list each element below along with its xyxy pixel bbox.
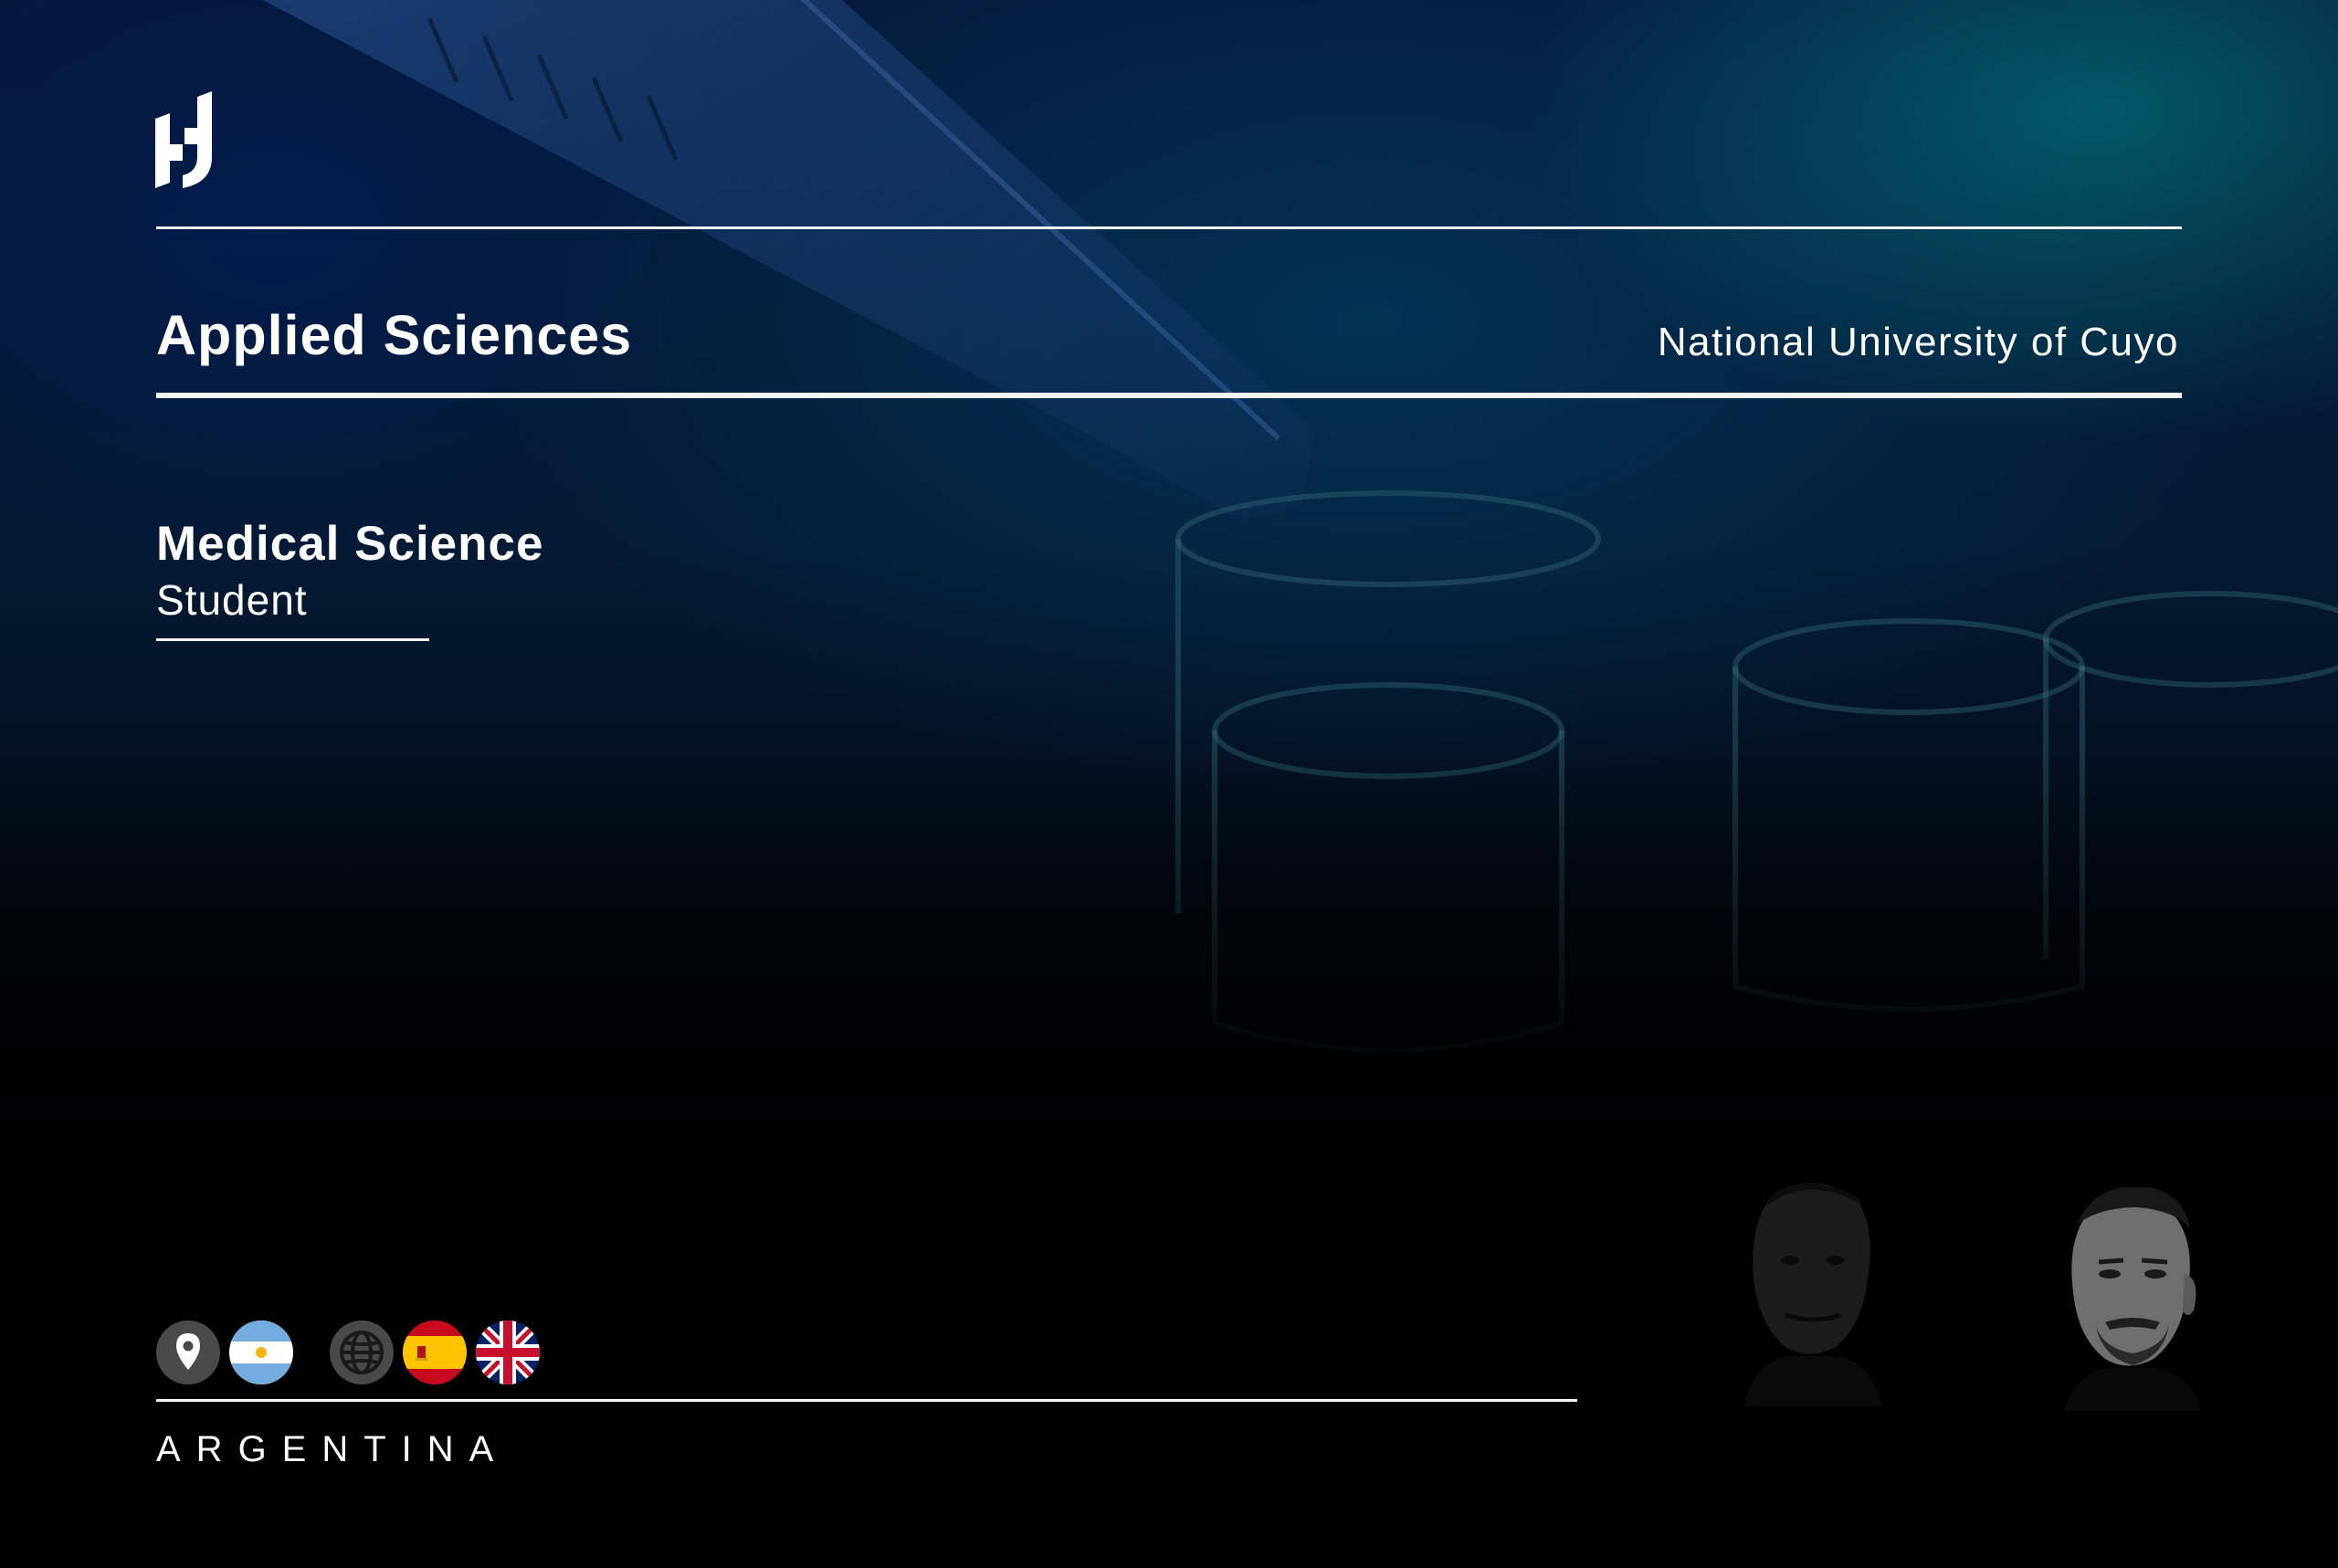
argentina-flag-icon (229, 1321, 293, 1384)
page-title: Applied Sciences (156, 304, 633, 366)
portrait-photo (2064, 1187, 2201, 1411)
spain-flag-icon (403, 1321, 467, 1384)
uk-flag-icon (476, 1321, 540, 1384)
role-underline (156, 638, 429, 641)
footer-divider (156, 1399, 1577, 1402)
university-name: National University of Cuyo (1657, 320, 2179, 364)
monogram-h-logo (155, 91, 212, 188)
portrait-photo-dim (1744, 1183, 1881, 1406)
header-top-divider (156, 226, 2182, 229)
country-label: ARGENTINA (156, 1429, 510, 1469)
header-bottom-divider (156, 393, 2182, 398)
globe-icon (330, 1321, 394, 1384)
background-card: Applied Sciences National University of … (0, 0, 2338, 1568)
role-label: Student (156, 576, 308, 624)
location-pin-icon (156, 1321, 220, 1384)
field-of-study: Medical Science (156, 517, 544, 571)
